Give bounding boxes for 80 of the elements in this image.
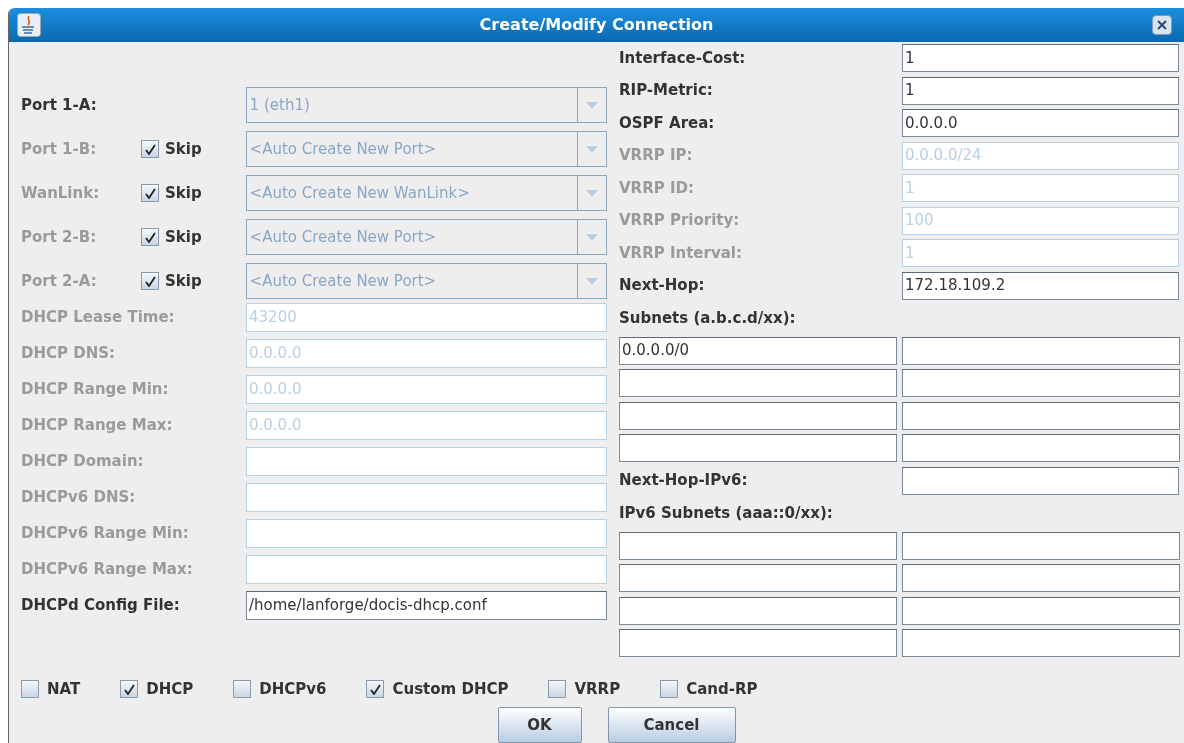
check-icon xyxy=(370,683,381,695)
text-field[interactable]: 0.0.0.0/0 xyxy=(619,336,897,365)
text-field[interactable] xyxy=(619,401,897,430)
field-label: DHCP Domain: xyxy=(21,451,145,473)
text-field[interactable]: 0.0.0.0 xyxy=(902,109,1179,137)
text-field[interactable]: /home/lanforge/docis-dhcp.conf xyxy=(246,591,607,620)
field-label: Next-Hop-IPv6: xyxy=(619,470,749,492)
skip-label: Skip xyxy=(165,182,202,204)
field-label: Next-Hop: xyxy=(619,275,706,297)
skip-label: Skip xyxy=(165,226,202,248)
text-field[interactable]: 1 xyxy=(902,76,1179,105)
field-label: VRRP IP: xyxy=(619,145,694,167)
text-field[interactable] xyxy=(619,531,897,560)
text-field[interactable] xyxy=(902,369,1180,397)
skip-label: Skip xyxy=(165,138,202,160)
field-label: RIP-Metric: xyxy=(619,80,714,102)
field-label: DHCPv6 Range Max: xyxy=(21,559,194,581)
check-icon xyxy=(123,683,135,695)
text-field[interactable] xyxy=(619,564,897,592)
checkbox[interactable] xyxy=(660,680,679,699)
checkbox[interactable] xyxy=(233,680,252,699)
check-icon xyxy=(144,231,156,243)
field-label: VRRP Interval: xyxy=(619,242,743,264)
text-field[interactable] xyxy=(902,401,1180,430)
field-label: DHCP DNS: xyxy=(21,343,117,365)
dropdown-arrow-icon xyxy=(586,145,598,153)
option-label: Cand-RP xyxy=(686,678,758,700)
field-label: DHCP Lease Time: xyxy=(21,307,176,329)
field-label: Subnets (a.b.c.d/xx): xyxy=(619,307,796,329)
dropdown-arrow-icon xyxy=(586,233,598,241)
text-field[interactable] xyxy=(902,336,1180,365)
dropdown-arrow-icon xyxy=(586,277,598,285)
field-label: Port 1-A: xyxy=(21,94,98,116)
text-field[interactable] xyxy=(619,369,897,397)
option-label: Custom DHCP xyxy=(392,678,509,700)
close-icon xyxy=(1157,20,1167,30)
text-field[interactable]: 1 xyxy=(902,44,1179,72)
skip-label: Skip xyxy=(165,270,202,292)
check-icon xyxy=(144,187,156,199)
close-button[interactable] xyxy=(1152,15,1172,35)
text-field[interactable] xyxy=(902,596,1180,625)
field-label: Port 2-A: xyxy=(21,270,98,292)
field-label: WanLink: xyxy=(21,182,101,204)
check-icon xyxy=(144,143,156,155)
field-label: Interface-Cost: xyxy=(619,47,747,69)
checkbox[interactable] xyxy=(21,680,39,699)
field-label: Port 1-B: xyxy=(21,138,98,160)
checkbox[interactable] xyxy=(120,680,139,699)
text-field[interactable] xyxy=(902,434,1180,462)
field-label: DHCPd Config File: xyxy=(21,595,181,617)
text-field[interactable] xyxy=(902,564,1180,592)
field-label: DHCP Range Max: xyxy=(21,415,174,437)
dialog-button[interactable]: Cancel xyxy=(607,707,736,743)
check-icon xyxy=(144,275,156,287)
field-label: VRRP ID: xyxy=(619,177,695,199)
dropdown-arrow-icon xyxy=(586,189,598,197)
java-cup-icon xyxy=(17,13,41,37)
window-title: Create/Modify Connection xyxy=(478,14,715,36)
text-field[interactable] xyxy=(619,596,897,625)
option-label: DHCP xyxy=(146,678,194,700)
text-field[interactable] xyxy=(619,434,897,462)
field-label: IPv6 Subnets (aaa::0/xx): xyxy=(619,502,833,524)
text-field[interactable] xyxy=(902,629,1180,657)
option-label: VRRP xyxy=(574,678,621,700)
text-field[interactable] xyxy=(902,531,1180,560)
text-field[interactable]: 172.18.109.2 xyxy=(902,271,1179,300)
field-label: Port 2-B: xyxy=(21,226,98,248)
field-label: DHCPv6 Range Min: xyxy=(21,523,190,545)
option-label: DHCPv6 xyxy=(259,678,327,700)
field-label: DHCPv6 DNS: xyxy=(21,487,137,509)
dropdown-arrow-icon xyxy=(586,101,598,109)
dialog-button[interactable]: OK xyxy=(497,707,582,743)
text-field[interactable] xyxy=(619,629,897,657)
checkbox[interactable] xyxy=(366,680,385,699)
option-label: NAT xyxy=(47,678,81,700)
checkbox[interactable] xyxy=(548,680,567,699)
text-field[interactable] xyxy=(902,466,1179,495)
field-label: OSPF Area: xyxy=(619,112,716,134)
field-label: VRRP Priority: xyxy=(619,210,741,232)
field-label: DHCP Range Min: xyxy=(21,379,170,401)
